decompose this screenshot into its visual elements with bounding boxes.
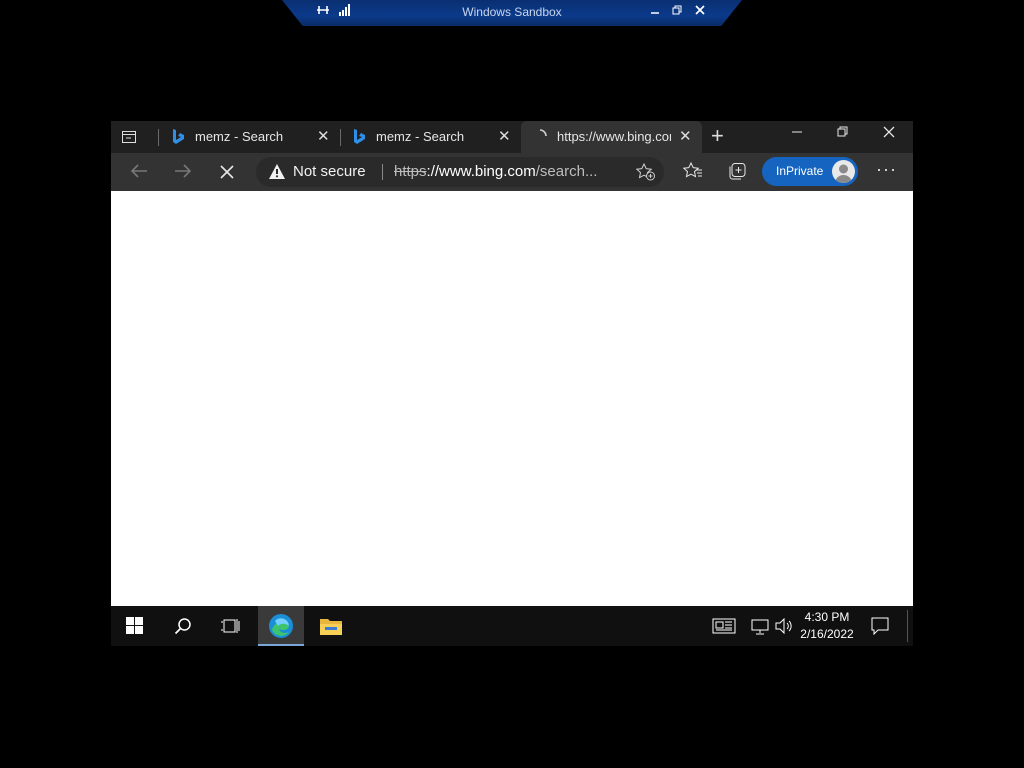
sandbox-connection-bar: Windows Sandbox [282,0,742,26]
inprivate-button[interactable]: InPrivate [762,157,858,186]
close-icon[interactable] [695,4,705,19]
url-host: ://www.bing.com [426,163,536,180]
taskbar: 4:30 PM 2/16/2022 [111,606,913,646]
restore-icon[interactable] [837,125,849,142]
edge-icon [269,614,293,638]
loading-icon [533,129,547,147]
minimize-icon[interactable] [650,4,660,19]
navigation-toolbar: Not secure https://www.bing.com/search..… [111,153,913,191]
notification-icon[interactable] [871,617,889,640]
search-icon [174,618,191,635]
news-icon[interactable] [712,617,736,640]
add-favorite-icon[interactable] [635,162,656,186]
task-view-icon [221,619,240,633]
tab-bing-active[interactable]: https://www.bing.com ✕ [521,121,702,153]
tab-actions-icon[interactable] [121,129,137,145]
restore-icon[interactable] [672,4,683,19]
browser-window: memz - Search ✕ memz - Search ✕ https://… [111,121,913,606]
minimize-icon[interactable] [791,125,803,142]
url-text[interactable]: https://www.bing.com/search... [394,163,597,180]
tab-label: https://www.bing.com [557,129,671,144]
bing-icon [352,128,366,146]
back-icon[interactable] [129,162,149,185]
warning-icon[interactable] [268,163,286,185]
tab-memz-search-1[interactable]: memz - Search ✕ [159,121,339,153]
stop-icon[interactable] [219,164,235,185]
inprivate-label: InPrivate [776,164,824,178]
url-protocol: https [394,163,427,180]
search-button[interactable] [159,606,205,646]
new-tab-icon[interactable]: + [711,123,724,149]
tab-label: memz - Search [195,129,284,144]
network-icon[interactable] [751,619,769,640]
more-icon[interactable]: ··· [876,159,897,180]
page-content[interactable] [111,191,913,606]
file-explorer-icon [320,619,342,635]
windows-start-icon [126,617,143,634]
system-clock[interactable]: 4:30 PM 2/16/2022 [798,609,856,643]
clock-date: 2/16/2022 [800,627,854,641]
avatar [832,160,855,183]
bing-icon [171,128,185,146]
taskbar-file-explorer[interactable] [307,606,353,646]
clock-time: 4:30 PM [804,610,850,624]
security-label[interactable]: Not secure [293,163,366,180]
collections-icon[interactable] [727,162,747,185]
forward-icon[interactable] [173,162,193,185]
start-button[interactable] [111,606,157,646]
favorites-icon[interactable] [682,161,703,185]
tab-memz-search-2[interactable]: memz - Search ✕ [340,121,520,153]
taskbar-edge[interactable] [258,606,304,646]
address-divider [382,164,383,180]
close-icon[interactable] [883,125,895,142]
url-path: /search... [535,163,598,180]
task-view-button[interactable] [207,606,253,646]
volume-icon[interactable] [775,617,793,639]
tab-close-icon[interactable]: ✕ [317,127,330,145]
tab-close-icon[interactable]: ✕ [498,127,511,145]
address-bar[interactable]: Not secure https://www.bing.com/search..… [256,157,664,187]
tab-close-icon[interactable]: ✕ [679,127,692,145]
tab-strip: memz - Search ✕ memz - Search ✕ https://… [111,121,913,153]
tab-label: memz - Search [376,129,465,144]
show-desktop[interactable] [907,610,908,642]
